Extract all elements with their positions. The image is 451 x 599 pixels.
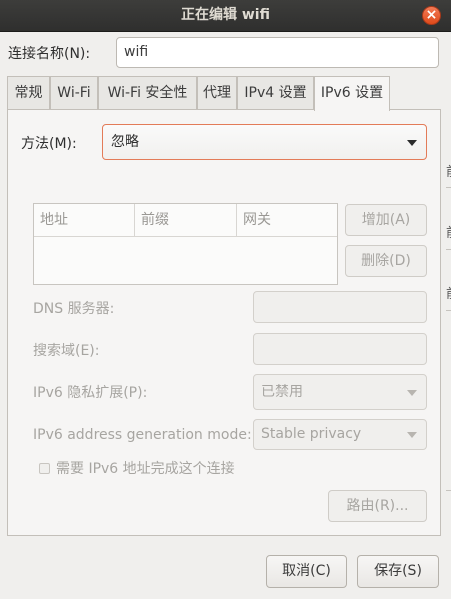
dns-servers-label: DNS 服务器: xyxy=(33,301,115,317)
address-table[interactable]: 地址 前缀 网关 xyxy=(33,203,338,285)
tab-ipv4-settings[interactable]: IPv4 设置 xyxy=(237,76,314,110)
add-address-button[interactable]: 增加(A) xyxy=(345,204,427,236)
address-generation-mode-dropdown[interactable]: Stable privacy xyxy=(253,419,427,450)
ipv6-settings-panel: 方法(M): 忽略 地址 前缀 网关 增加(A) 删除(D) DNS 服务器: … xyxy=(7,109,441,536)
method-label: 方法(M): xyxy=(21,136,77,152)
search-domains-input[interactable] xyxy=(253,333,427,365)
privacy-extensions-value: 已禁用 xyxy=(261,384,303,400)
background-window-text: 前 xyxy=(446,163,451,183)
connection-name-label: 连接名称(N): xyxy=(8,46,91,62)
method-value: 忽略 xyxy=(111,134,139,150)
connection-name-input[interactable]: wifi xyxy=(116,37,439,68)
require-ipv6-checkbox[interactable] xyxy=(39,463,50,474)
column-header-gateway[interactable]: 网关 xyxy=(236,204,337,237)
chevron-down-icon xyxy=(407,432,417,438)
background-window-divider xyxy=(446,249,451,250)
search-domains-label: 搜索域(E): xyxy=(33,343,100,359)
title-bar: 正在编辑 wifi × xyxy=(0,0,451,32)
tab-proxy[interactable]: 代理 xyxy=(197,76,237,110)
window-title: 正在编辑 wifi xyxy=(181,7,270,23)
background-window-divider xyxy=(446,310,451,311)
privacy-extensions-dropdown[interactable]: 已禁用 xyxy=(253,374,427,410)
chevron-down-icon xyxy=(407,140,417,146)
dns-servers-input[interactable] xyxy=(253,291,427,323)
tab-wifi-security[interactable]: Wi-Fi 安全性 xyxy=(98,76,197,110)
background-window-divider xyxy=(446,490,451,491)
background-window-text: 前 xyxy=(446,285,451,305)
delete-address-button[interactable]: 删除(D) xyxy=(345,245,427,277)
privacy-extensions-label: IPv6 隐私扩展(P): xyxy=(33,385,148,401)
column-header-prefix[interactable]: 前缀 xyxy=(134,204,236,237)
background-window-text: 前 xyxy=(446,224,451,244)
column-header-address[interactable]: 地址 xyxy=(34,204,134,237)
address-generation-mode-label: IPv6 address generation mode: xyxy=(33,427,252,443)
tab-ipv6-settings[interactable]: IPv6 设置 xyxy=(314,76,390,111)
address-generation-mode-value: Stable privacy xyxy=(261,426,362,442)
tab-general[interactable]: 常规 xyxy=(7,76,50,110)
routes-button[interactable]: 路由(R)... xyxy=(328,490,427,522)
chevron-down-icon xyxy=(407,390,417,396)
cancel-button[interactable]: 取消(C) xyxy=(266,555,347,588)
close-icon[interactable]: × xyxy=(422,6,441,25)
save-button[interactable]: 保存(S) xyxy=(357,555,439,588)
method-dropdown[interactable]: 忽略 xyxy=(102,124,427,160)
tab-wifi[interactable]: Wi-Fi xyxy=(50,76,98,110)
require-ipv6-label[interactable]: 需要 IPv6 地址完成这个连接 xyxy=(56,459,235,479)
background-window-divider xyxy=(446,187,451,188)
